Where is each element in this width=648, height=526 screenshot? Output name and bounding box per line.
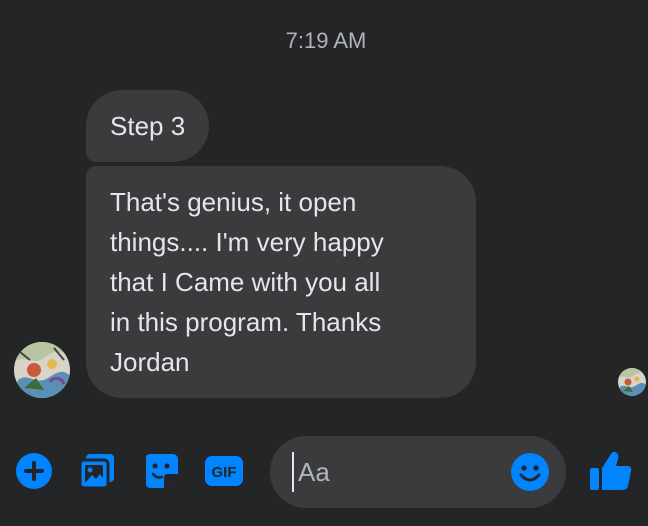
seen-indicator-avatar bbox=[618, 368, 646, 396]
emoji-icon bbox=[511, 453, 549, 491]
gif-button[interactable]: GIF bbox=[203, 450, 245, 492]
photo-icon bbox=[78, 454, 114, 490]
message-timestamp: 7:19 AM bbox=[285, 28, 367, 53]
plus-icon bbox=[16, 453, 52, 489]
message-bubble[interactable]: That's genius, it open things.... I'm ve… bbox=[86, 166, 476, 398]
photo-button[interactable] bbox=[76, 450, 118, 492]
sender-avatar[interactable] bbox=[14, 342, 70, 398]
sticker-button[interactable] bbox=[140, 450, 182, 492]
sticker-icon bbox=[146, 454, 178, 488]
message-input[interactable] bbox=[292, 452, 498, 492]
gif-icon: GIF bbox=[205, 456, 243, 486]
message-composer: GIF bbox=[0, 430, 648, 514]
more-actions-button[interactable] bbox=[13, 450, 55, 492]
gif-label: GIF bbox=[212, 464, 237, 481]
message-input-container[interactable] bbox=[270, 436, 566, 508]
like-button[interactable] bbox=[585, 446, 635, 496]
message-bubble[interactable]: Step 3 bbox=[86, 90, 210, 162]
emoji-button[interactable] bbox=[510, 452, 550, 492]
thumbs-up-icon bbox=[590, 451, 632, 490]
